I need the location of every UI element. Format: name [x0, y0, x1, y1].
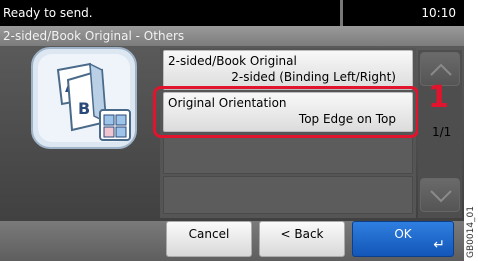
list-item-empty	[163, 136, 413, 174]
callout-number: 1	[428, 80, 449, 115]
list-item-label: 2-sided/Book Original	[168, 54, 297, 68]
status-time: 10:10	[421, 6, 456, 20]
scroll-down-button[interactable]	[420, 178, 460, 212]
2-sided-original-icon: A B	[28, 42, 140, 152]
chevron-down-icon	[430, 190, 452, 203]
back-button[interactable]: < Back	[259, 221, 345, 257]
breadcrumb: 2-sided/Book Original - Others	[3, 29, 185, 43]
cancel-button[interactable]: Cancel	[166, 221, 252, 257]
enter-icon: ↵	[433, 237, 445, 253]
page-indicator: 1/1	[432, 125, 452, 139]
list-item-value: 2-sided (Binding Left/Right)	[231, 70, 396, 84]
highlight-frame	[153, 86, 419, 138]
svg-text:B: B	[78, 99, 90, 118]
status-bar: Ready to send. 10:10	[0, 0, 464, 26]
status-message: Ready to send.	[3, 6, 93, 20]
ok-button-label: OK	[394, 227, 412, 241]
list-item-2sided-book-original[interactable]: 2-sided/Book Original 2-sided (Binding L…	[163, 50, 413, 90]
panel-screen: Ready to send. 10:10 2-sided/Book Origin…	[0, 0, 464, 261]
ok-button[interactable]: OK ↵	[352, 221, 454, 257]
figure-code: GB0014_01	[466, 205, 476, 258]
list-item-empty	[163, 176, 413, 214]
